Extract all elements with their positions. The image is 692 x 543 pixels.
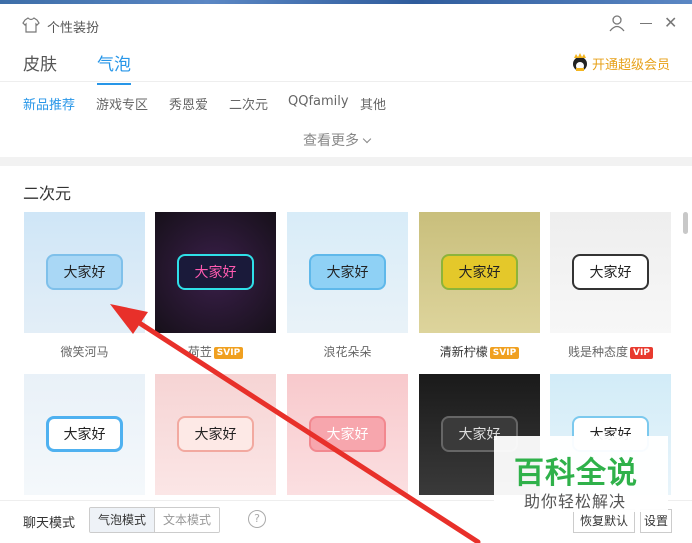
svip-badge: SVIP xyxy=(213,347,244,359)
close-icon[interactable]: ✕ xyxy=(664,14,677,32)
vip-label: 开通超级会员 xyxy=(592,58,671,73)
bubble-preview: 大家好 xyxy=(572,254,649,290)
section-title: 二次元 xyxy=(23,184,72,203)
tile-name-text: 荷苙 xyxy=(187,345,212,359)
vip-badge: VIP xyxy=(630,347,653,359)
bubble-tile-pig[interactable]: 大家好 xyxy=(155,374,276,495)
subtab-new[interactable]: 新品推荐 xyxy=(23,94,75,113)
tile-name-text: 贱是种态度 xyxy=(568,345,629,359)
tab-bubble[interactable]: 气泡 xyxy=(97,50,131,85)
main-tabs: 皮肤 气泡 开通超级会员 xyxy=(0,44,692,85)
category-tabs: 新品推荐 游戏专区 秀恩爱 二次元 QQfamily 其他 xyxy=(0,90,692,114)
user-icon[interactable] xyxy=(608,14,626,32)
chevron-down-icon xyxy=(362,134,372,144)
tile-name-text: 浪花朵朵 xyxy=(323,345,372,359)
bubble-preview: 大家好 xyxy=(46,416,123,452)
vip-penguin-icon xyxy=(573,53,587,71)
bubble-tile-wave[interactable]: 大家好 xyxy=(287,212,408,333)
see-more-label: 查看更多 xyxy=(303,133,359,149)
tab-bubble-label: 气泡 xyxy=(97,55,131,75)
bubble-preview: 大家好 xyxy=(177,416,254,452)
minimize-icon[interactable] xyxy=(640,23,652,24)
watermark-subtitle: 助你轻松解决 xyxy=(524,492,627,511)
watermark-title: 百科全说 xyxy=(514,456,638,491)
bubble-preview: 大家好 xyxy=(309,416,386,452)
bubble-tile-neon[interactable]: 大家好 xyxy=(155,212,276,333)
bubble-mode-button[interactable]: 气泡模式 xyxy=(90,508,156,532)
subtab-games[interactable]: 游戏专区 xyxy=(96,94,148,113)
subtab-qqfamily[interactable]: QQfamily xyxy=(288,94,349,109)
text-mode-button[interactable]: 文本模式 xyxy=(155,508,220,532)
tile-name-neon: 荷苙 SVIP xyxy=(155,343,276,360)
bubble-tile-blue-frame[interactable]: 大家好 xyxy=(24,374,145,495)
bubble-tile-hippo[interactable]: 大家好 xyxy=(24,212,145,333)
bubble-tile-lemon[interactable]: 大家好 xyxy=(419,212,540,333)
bubble-preview: 大家好 xyxy=(46,254,123,290)
bubble-preview: 大家好 xyxy=(309,254,386,290)
svip-badge: SVIP xyxy=(489,347,520,359)
bubble-preview: 大家好 xyxy=(441,254,518,290)
subtab-anime[interactable]: 二次元 xyxy=(229,94,268,113)
see-more-button[interactable]: 查看更多 xyxy=(303,130,372,150)
tab-skin[interactable]: 皮肤 xyxy=(23,50,57,75)
subtab-love[interactable]: 秀恩爱 xyxy=(169,94,208,113)
title-bar: 个性装扮 ✕ xyxy=(0,4,692,44)
bubble-preview: 大家好 xyxy=(177,254,254,290)
help-icon[interactable]: ? xyxy=(248,510,266,528)
tile-name-text: 清新柠檬 xyxy=(439,345,488,359)
tile-name-hippo: 微笑河马 xyxy=(24,343,145,360)
window-title: 个性装扮 xyxy=(47,21,100,36)
tile-name-wave: 浪花朵朵 xyxy=(287,343,408,360)
bubble-tile-attitude[interactable]: 大家好 xyxy=(550,212,671,333)
bubble-tile-pink[interactable]: 大家好 xyxy=(287,374,408,495)
watermark: 百科全说 助你轻松解决 xyxy=(494,436,668,512)
scrollbar[interactable] xyxy=(680,166,692,496)
chat-mode-toggle: 气泡模式 文本模式 xyxy=(89,507,221,533)
chat-mode-label: 聊天模式 xyxy=(23,516,76,531)
section-divider xyxy=(0,157,692,166)
tile-name-lemon: 清新柠檬 SVIP xyxy=(419,343,540,360)
shirt-icon xyxy=(22,17,40,33)
tile-name-attitude: 贱是种态度 VIP xyxy=(550,343,671,360)
restore-default-button[interactable]: 恢复默认 xyxy=(573,509,635,533)
active-tab-underline xyxy=(97,83,131,85)
subtab-other[interactable]: 其他 xyxy=(360,94,386,113)
tab-skin-label: 皮肤 xyxy=(23,55,57,75)
scrollbar-thumb[interactable] xyxy=(683,212,688,234)
tile-name-text: 微笑河马 xyxy=(60,345,109,359)
settings-button[interactable]: 设置 xyxy=(640,509,672,533)
